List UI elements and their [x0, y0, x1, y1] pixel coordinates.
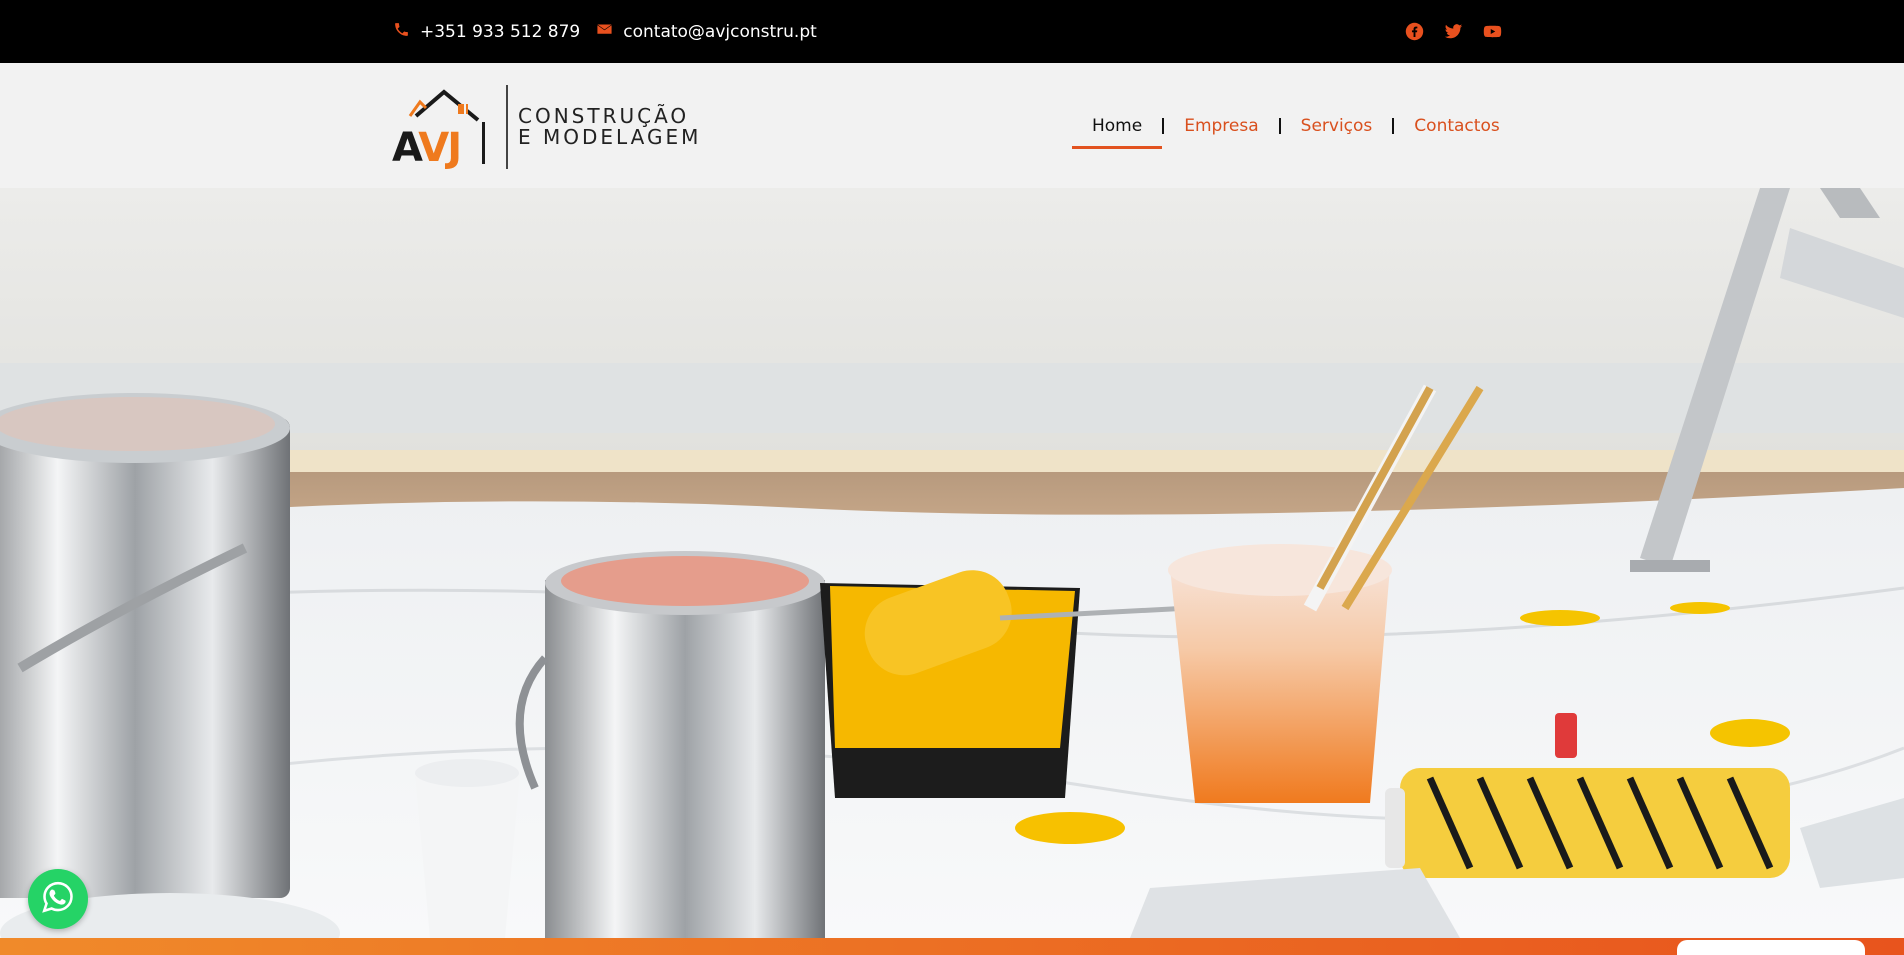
twitter-icon[interactable] — [1444, 22, 1463, 41]
envelope-icon — [596, 21, 613, 43]
nav-item-contactos[interactable]: Contactos — [1394, 101, 1519, 151]
youtube-icon[interactable] — [1483, 22, 1502, 41]
logo-letters: AVJ — [392, 125, 462, 171]
site-header: AVJ CONSTRUÇÃO E MODELAGEM Home Empresa … — [0, 63, 1904, 188]
logo-line2: E MODELAGEM — [518, 125, 702, 149]
whatsapp-button[interactable] — [28, 869, 88, 929]
contact-info: +351 933 512 879 contato@avjconstru.pt — [393, 0, 817, 63]
nav-item-servicos[interactable]: Serviços — [1281, 101, 1393, 151]
logo-wordmark: CONSTRUÇÃO E MODELAGEM — [518, 106, 701, 148]
site-logo[interactable]: AVJ CONSTRUÇÃO E MODELAGEM — [392, 83, 722, 171]
hero-image — [0, 188, 1904, 938]
facebook-icon[interactable] — [1405, 22, 1424, 41]
logo-mark: AVJ — [392, 86, 500, 168]
nav-item-home[interactable]: Home — [1072, 101, 1163, 151]
phone-text: +351 933 512 879 — [420, 21, 581, 42]
nav-item-empresa[interactable]: Empresa — [1164, 101, 1278, 151]
phone-icon — [393, 21, 410, 43]
whatsapp-icon — [41, 880, 75, 918]
main-nav: Home Empresa Serviços Contactos — [1072, 63, 1520, 188]
social-links — [1405, 0, 1502, 63]
logo-line1: CONSTRUÇÃO — [518, 104, 690, 128]
logo-divider — [506, 85, 508, 169]
top-bar: +351 933 512 879 contato@avjconstru.pt — [0, 0, 1904, 63]
email-link[interactable]: contato@avjconstru.pt — [596, 21, 817, 43]
bottom-tab[interactable] — [1677, 940, 1865, 955]
bottom-accent-band — [0, 938, 1904, 955]
phone-link[interactable]: +351 933 512 879 — [393, 21, 580, 43]
email-text: contato@avjconstru.pt — [623, 21, 817, 42]
